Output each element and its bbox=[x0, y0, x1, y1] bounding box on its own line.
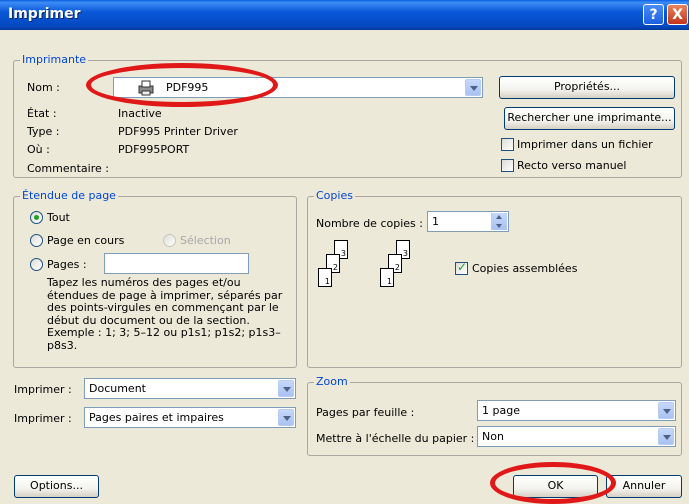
copies-group-label: Copies bbox=[314, 189, 355, 202]
chevron-down-icon[interactable] bbox=[278, 380, 294, 397]
print-dialog: Imprimer ? X Imprimante Nom : PDF995 Éta… bbox=[0, 0, 689, 504]
manual-duplex-checkbox[interactable] bbox=[501, 159, 514, 172]
find-printer-button[interactable]: Rechercher une imprimante... bbox=[504, 107, 675, 130]
pages-input[interactable] bbox=[104, 253, 249, 274]
copies-count-input[interactable]: 1 bbox=[427, 211, 509, 232]
selection-label: Sélection bbox=[180, 234, 231, 247]
printer-comment-label: Commentaire : bbox=[27, 162, 109, 175]
pages-radio[interactable] bbox=[30, 258, 43, 271]
pages-per-sheet-value: 1 page bbox=[482, 404, 520, 417]
printer-group-label: Imprimante bbox=[20, 53, 89, 66]
spinner-arrows-icon[interactable] bbox=[491, 213, 507, 230]
printer-state-label: État : bbox=[27, 107, 57, 120]
page-range-help-text: Tapez les numéros des pages et/ou étendu… bbox=[47, 276, 283, 352]
help-button[interactable]: ? bbox=[643, 4, 664, 25]
printer-type-value: PDF995 Printer Driver bbox=[118, 125, 238, 138]
print-to-file-checkbox[interactable] bbox=[501, 138, 514, 151]
close-button[interactable]: X bbox=[667, 4, 688, 25]
title-bar[interactable]: Imprimer ? X bbox=[0, 0, 689, 30]
collate-label[interactable]: Copies assemblées bbox=[472, 262, 577, 275]
all-pages-radio[interactable] bbox=[30, 211, 43, 224]
printer-where-label: Où : bbox=[27, 143, 50, 156]
print-pages-select[interactable]: Pages paires et impaires bbox=[84, 407, 296, 428]
collate-checkbox[interactable] bbox=[455, 260, 468, 275]
manual-duplex-label[interactable]: Recto verso manuel bbox=[517, 159, 626, 172]
page-range-group-label: Étendue de page bbox=[20, 189, 118, 202]
all-pages-label[interactable]: Tout bbox=[47, 211, 70, 224]
print-pages-value: Pages paires et impaires bbox=[89, 411, 224, 424]
print-what-select[interactable]: Document bbox=[84, 378, 296, 399]
scale-value: Non bbox=[482, 430, 504, 443]
copies-count-label: Nombre de copies : bbox=[316, 217, 423, 230]
printer-name-label: Nom : bbox=[27, 81, 60, 94]
pages-per-sheet-label: Pages par feuille : bbox=[316, 406, 415, 419]
scale-select[interactable]: Non bbox=[477, 426, 676, 447]
pages-per-sheet-select[interactable]: 1 page bbox=[477, 400, 676, 421]
cancel-button[interactable]: Annuler bbox=[606, 475, 682, 498]
print-what-value: Document bbox=[89, 382, 146, 395]
scale-label: Mettre à l'échelle du papier : bbox=[316, 432, 475, 445]
printer-name-value: PDF995 bbox=[166, 81, 209, 94]
current-page-radio[interactable] bbox=[30, 234, 43, 247]
print-to-file-label[interactable]: Imprimer dans un fichier bbox=[517, 138, 653, 151]
chevron-down-icon[interactable] bbox=[658, 428, 674, 445]
collate-page-1b: 1 bbox=[380, 268, 394, 287]
printer-where-value: PDF995PORT bbox=[118, 143, 190, 156]
options-button[interactable]: Options... bbox=[14, 475, 99, 498]
chevron-down-icon[interactable] bbox=[658, 402, 674, 419]
print-pages-label: Imprimer : bbox=[14, 412, 72, 425]
printer-name-select[interactable]: PDF995 bbox=[113, 77, 483, 98]
printer-icon bbox=[137, 80, 155, 99]
collate-illustration-right: 3 2 1 bbox=[378, 240, 428, 300]
zoom-group-label: Zoom bbox=[314, 375, 350, 388]
copies-count-value: 1 bbox=[432, 215, 439, 228]
pages-label[interactable]: Pages : bbox=[47, 258, 87, 271]
printer-state-value: Inactive bbox=[118, 107, 162, 120]
chevron-down-icon[interactable] bbox=[465, 79, 481, 96]
properties-button[interactable]: Propriétés... bbox=[499, 76, 675, 99]
ok-button[interactable]: OK bbox=[513, 475, 598, 498]
print-what-label: Imprimer : bbox=[14, 383, 72, 396]
collate-page-1a: 1 bbox=[318, 268, 332, 287]
selection-radio[interactable] bbox=[163, 234, 176, 247]
printer-type-label: Type : bbox=[27, 125, 60, 138]
current-page-label[interactable]: Page en cours bbox=[47, 234, 124, 247]
window-title: Imprimer bbox=[8, 6, 81, 22]
chevron-down-icon[interactable] bbox=[278, 409, 294, 426]
collate-illustration-left: 3 2 1 bbox=[316, 240, 366, 300]
